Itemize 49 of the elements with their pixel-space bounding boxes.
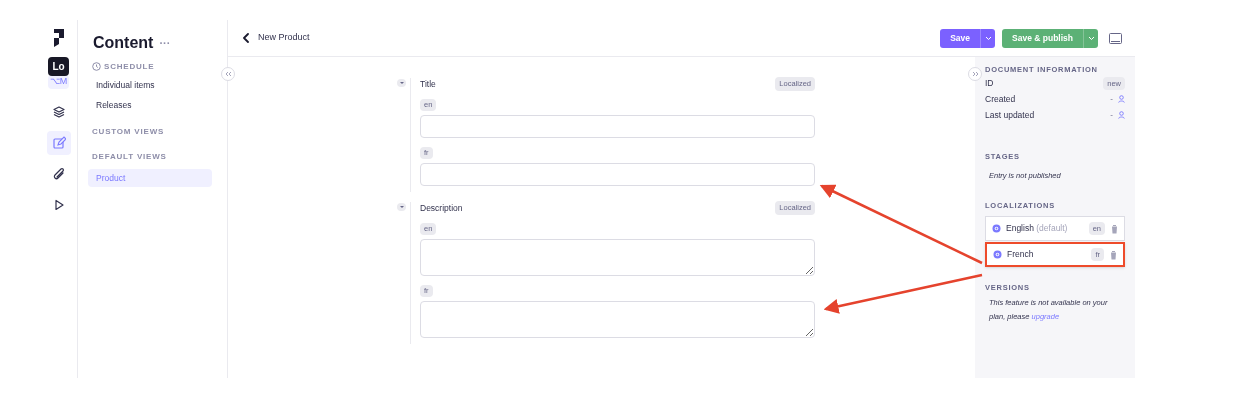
double-chevron-icon [224,71,232,77]
eye-icon [993,250,1002,259]
user-icon [1118,95,1125,104]
paperclip-icon [51,166,66,181]
locale-name: English (default) [1006,222,1069,235]
info-value: - [1110,109,1113,122]
user-icon [1118,111,1125,120]
collapse-button[interactable] [221,67,235,81]
tooltip: Lo [48,57,69,76]
save-button[interactable]: Save & publish [1002,28,1083,48]
field-label: Title [420,77,436,91]
layers-icon [51,104,66,119]
caret-icon [399,82,404,84]
trash-icon [1110,223,1119,234]
dropdown-button[interactable] [1083,28,1098,48]
locale-name: French [1007,248,1035,261]
caret-icon [1087,35,1095,41]
page-title: New Product [258,31,310,45]
section-heading: CUSTOM VIEWS [92,125,165,138]
double-chevron-icon [971,71,979,77]
info-label: Last updated [985,108,1035,122]
collapse-toggle[interactable] [397,203,406,211]
shortcut-label: ⌥M [47,75,70,89]
info-label: Created [985,92,1016,106]
input-field[interactable] [420,163,815,186]
input-field[interactable] [420,115,815,138]
field-label: Description [420,201,463,215]
sidebar-title: Content [93,33,154,53]
info-value: - [1110,93,1113,106]
caret-icon [984,35,992,41]
sidebar-item[interactable]: Releases [88,96,212,114]
trash-icon [1109,249,1118,260]
expand-button[interactable] [968,67,982,81]
sidebar-item[interactable]: Individual items [88,76,212,94]
info-label: ID [985,76,994,90]
clock-icon [92,62,101,71]
back-icon [242,33,250,43]
section-heading: SCHEDULE [104,60,155,73]
dropdown-button[interactable] [980,28,996,48]
eye-icon [992,224,1001,233]
panel-icon [1108,32,1122,44]
save-button[interactable]: Save [940,28,981,48]
panel-toggle-button[interactable] [1108,31,1122,45]
section-heading: DEFAULT VIEWS [92,150,167,163]
edit-icon [51,135,66,150]
sidebar-item[interactable]: Product [88,169,212,187]
collapse-toggle[interactable] [397,79,406,87]
more-icon[interactable]: ··· [159,34,171,52]
caret-icon [399,206,404,208]
